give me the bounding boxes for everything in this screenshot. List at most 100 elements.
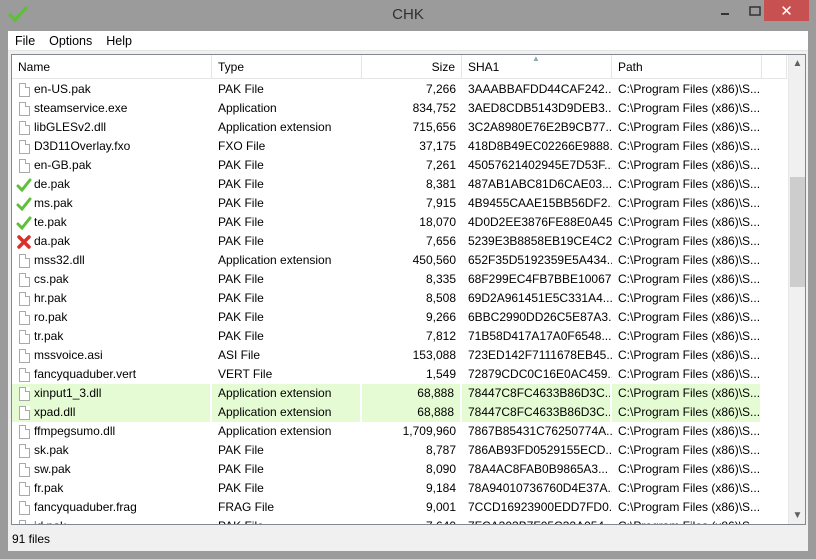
cell-size: 7,812 bbox=[425, 329, 456, 343]
table-row[interactable]: mssvoice.asi ASI File 153,088 723ED142F7111… bbox=[12, 346, 787, 365]
cell-name: ffmpegsumo.dll bbox=[12, 422, 212, 441]
table-row[interactable]: en-US.pak PAK File 7,266 3AAABBAFDD44CAF242… bbox=[12, 80, 787, 99]
menu-options[interactable]: Options bbox=[42, 34, 99, 48]
status-icon bbox=[16, 139, 32, 155]
column-header-type[interactable]: Type bbox=[212, 55, 362, 79]
cell-size: 18,070 bbox=[419, 215, 456, 229]
table-row[interactable]: fancyquaduber.vert VERT File 1,549 72879CDC… bbox=[12, 365, 787, 384]
table-row[interactable]: ms.pak PAK File 7,915 4B9455CAAE15BB56DF2..… bbox=[12, 194, 787, 213]
menu-help[interactable]: Help bbox=[99, 34, 139, 48]
cell-type: PAK File bbox=[218, 234, 264, 248]
cell-name: fancyquaduber.vert bbox=[12, 365, 212, 384]
cell-path: C:\Program Files (x86)\S... bbox=[618, 82, 761, 96]
cell-name: id.pak bbox=[12, 517, 212, 524]
status-icon bbox=[16, 215, 32, 231]
table-row[interactable]: D3D11Overlay.fxo FXO File 37,175 418D8B49EC… bbox=[12, 137, 787, 156]
cell-sha1: 418D8B49EC02266E9888... bbox=[468, 139, 612, 153]
cell-size: 7,656 bbox=[425, 234, 456, 248]
cell-type: PAK File bbox=[218, 158, 264, 172]
cell-type: FXO File bbox=[218, 139, 266, 153]
file-name: libGLESv2.dll bbox=[34, 120, 107, 134]
table-row[interactable]: en-GB.pak PAK File 7,261 45057621402945E7D5… bbox=[12, 156, 787, 175]
cell-path: C:\Program Files (x86)\S... bbox=[618, 310, 761, 324]
cell-filler bbox=[762, 270, 787, 289]
cell-sha1: 723ED142F7111678EB45... bbox=[468, 348, 612, 362]
close-button[interactable]: ✕ bbox=[764, 0, 809, 21]
file-name: en-GB.pak bbox=[34, 158, 92, 172]
file-icon bbox=[18, 481, 30, 496]
table-row[interactable]: fancyquaduber.frag FRAG File 9,001 7CCD1692… bbox=[12, 498, 787, 517]
status-icon bbox=[16, 424, 32, 440]
scroll-up-icon[interactable]: ▲ bbox=[789, 55, 805, 72]
file-name: en-US.pak bbox=[34, 82, 91, 96]
table-row[interactable]: tr.pak PAK File 7,812 71B58D417A17A0F6548..… bbox=[12, 327, 787, 346]
cell-filler bbox=[762, 403, 787, 422]
table-row[interactable]: id.pak PAK File7,6407FCA303B7F05C32A054..… bbox=[12, 517, 787, 524]
cell-path: C:\Program Files (x86)\S... bbox=[618, 348, 761, 362]
cell-sha1: 4D0D2EE3876FE88E0A45... bbox=[468, 215, 612, 229]
cell-filler bbox=[762, 498, 787, 517]
cell-path: C:\Program Files (x86)\S... bbox=[618, 481, 761, 495]
cell-sha1: 3AAABBAFDD44CAF242... bbox=[468, 82, 612, 96]
file-icon bbox=[18, 291, 30, 306]
status-icon bbox=[16, 310, 32, 326]
minimize-button[interactable] bbox=[710, 0, 740, 21]
table-row[interactable]: sw.pak PAK File 8,090 78A4AC8FAB0B9865A3...… bbox=[12, 460, 787, 479]
file-icon bbox=[18, 101, 30, 116]
column-header-size[interactable]: Size bbox=[362, 55, 462, 79]
column-header-sha1-label: SHA1 bbox=[468, 60, 500, 74]
table-row[interactable]: ro.pak PAK File 9,266 6BBC2990DD26C5E87A3..… bbox=[12, 308, 787, 327]
cell-size: 1,549 bbox=[425, 367, 456, 381]
status-icon bbox=[16, 234, 32, 250]
cell-filler bbox=[762, 194, 787, 213]
table-row[interactable]: te.pak PAK File 18,070 4D0D2EE3876FE88E0A45… bbox=[12, 213, 787, 232]
cell-filler bbox=[762, 517, 787, 524]
table-row[interactable]: de.pak PAK File 8,381 487AB1ABC81D6CAE03...… bbox=[12, 175, 787, 194]
cell-size: 8,508 bbox=[425, 291, 456, 305]
cell-name: libGLESv2.dll bbox=[12, 118, 212, 137]
cell-type: PAK File bbox=[218, 291, 264, 305]
column-header-sha1[interactable]: ▲ SHA1 bbox=[462, 55, 612, 79]
scrollbar-thumb[interactable] bbox=[790, 177, 805, 287]
table-row[interactable]: steamservice.exe Application 834,752 3AED8C… bbox=[12, 99, 787, 118]
table-row[interactable]: mss32.dll Application extension 450,560 652… bbox=[12, 251, 787, 270]
cell-name: hr.pak bbox=[12, 289, 212, 308]
scroll-down-icon[interactable]: ▼ bbox=[789, 507, 805, 524]
table-row[interactable]: xpad.dll Application extension 68,888 78447… bbox=[12, 403, 787, 422]
column-header-name[interactable]: Name bbox=[12, 55, 212, 79]
file-name: ms.pak bbox=[34, 196, 73, 210]
table-row[interactable]: libGLESv2.dll Application extension 715,65… bbox=[12, 118, 787, 137]
file-name: mssvoice.asi bbox=[34, 348, 103, 362]
cell-name: te.pak bbox=[12, 213, 212, 232]
cell-path: C:\Program Files (x86)\S... bbox=[618, 196, 761, 210]
status-icon bbox=[16, 443, 32, 459]
cell-size: 7,266 bbox=[425, 82, 456, 96]
vertical-scrollbar[interactable]: ▲ ▼ bbox=[788, 55, 805, 524]
table-row[interactable]: xinput1_3.dll Application extension 68,888… bbox=[12, 384, 787, 403]
cell-filler bbox=[762, 175, 787, 194]
maximize-icon bbox=[749, 5, 761, 16]
file-name: steamservice.exe bbox=[34, 101, 128, 115]
cell-name: xinput1_3.dll bbox=[12, 384, 212, 403]
cell-type: PAK File bbox=[218, 196, 264, 210]
file-icon bbox=[18, 367, 30, 382]
cell-filler bbox=[762, 289, 787, 308]
table-row[interactable]: cs.pak PAK File 8,335 68F299EC4FB7BBE10067.… bbox=[12, 270, 787, 289]
table-row[interactable]: ffmpegsumo.dll Application extension 1,709… bbox=[12, 422, 787, 441]
file-rows: en-US.pak PAK File 7,266 3AAABBAFDD44CAF242… bbox=[12, 80, 787, 524]
cell-filler bbox=[762, 441, 787, 460]
table-row[interactable]: hr.pak PAK File 8,508 69D2A961451E5C331A4..… bbox=[12, 289, 787, 308]
cell-name: sk.pak bbox=[12, 441, 212, 460]
cell-type: Application extension bbox=[218, 424, 332, 438]
cell-path: C:\Program Files (x86)\S... bbox=[612, 403, 762, 422]
cell-name: en-GB.pak bbox=[12, 156, 212, 175]
table-row[interactable]: da.pak PAK File 7,656 5239E3B8858EB19CE4C2.… bbox=[12, 232, 787, 251]
cell-sha1: 3AED8CDB5143D9DEB3... bbox=[468, 101, 612, 115]
table-row[interactable]: sk.pak PAK File 8,787 786AB93FD0529155ECD..… bbox=[12, 441, 787, 460]
table-row[interactable]: fr.pak PAK File 9,184 78A94010736760D4E37A.… bbox=[12, 479, 787, 498]
status-icon bbox=[16, 329, 32, 345]
cell-name: xpad.dll bbox=[12, 403, 212, 422]
column-header-path[interactable]: Path bbox=[612, 55, 762, 79]
status-icon bbox=[16, 405, 32, 421]
menu-file[interactable]: File bbox=[8, 34, 42, 48]
